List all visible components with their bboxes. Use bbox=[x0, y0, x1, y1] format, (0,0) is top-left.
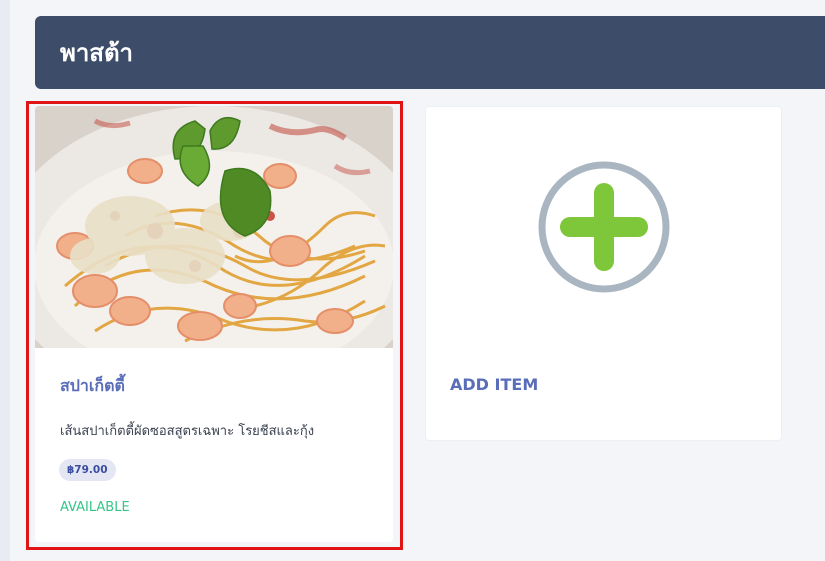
add-item-label[interactable]: ADD ITEM bbox=[450, 375, 538, 394]
spaghetti-photo bbox=[35, 106, 393, 348]
item-name: สปาเก็ตตี้ bbox=[60, 376, 125, 395]
price-badge: ฿79.00 bbox=[59, 459, 116, 481]
item-description: เส้นสปาเก็ตตี้ผัดซอสสูตรเฉพาะ โรยชีสและก… bbox=[60, 424, 315, 439]
plus-circle-icon[interactable] bbox=[536, 159, 672, 295]
left-panel-edge bbox=[0, 0, 10, 561]
status-available: AVAILABLE bbox=[60, 500, 130, 515]
add-item-card[interactable]: ADD ITEM bbox=[425, 106, 782, 441]
menu-item-card[interactable]: สปาเก็ตตี้ เส้นสปาเก็ตตี้ผัดซอสสูตรเฉพาะ… bbox=[35, 106, 393, 542]
category-header: พาสต้า bbox=[35, 16, 825, 89]
category-title: พาสต้า bbox=[60, 39, 134, 67]
